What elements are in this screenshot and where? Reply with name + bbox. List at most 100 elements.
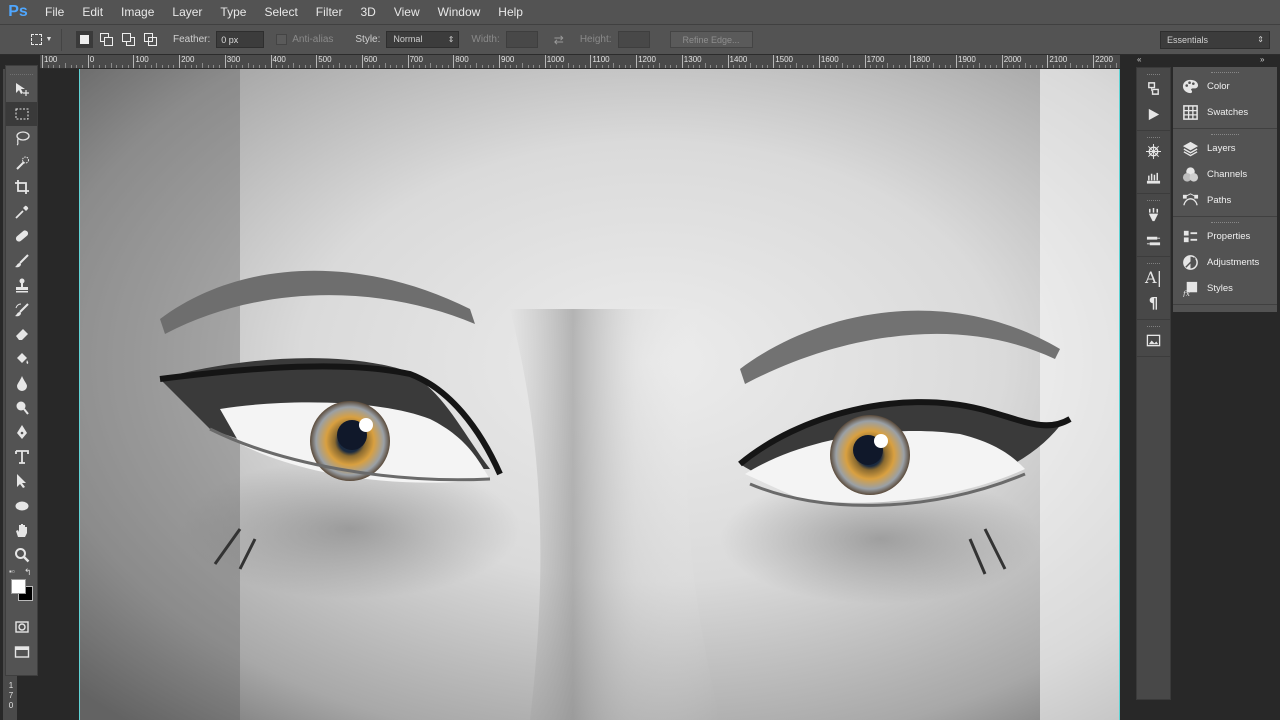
- menu-file[interactable]: File: [36, 0, 73, 24]
- intersect-selection-button[interactable]: [142, 31, 159, 48]
- quick-selection-tool[interactable]: [6, 151, 37, 176]
- character-icon[interactable]: A|: [1137, 264, 1170, 290]
- quick-mask-button[interactable]: [6, 615, 37, 640]
- type-tool[interactable]: [6, 445, 37, 470]
- menu-type[interactable]: Type: [211, 0, 255, 24]
- image-canvas[interactable]: [80, 69, 1120, 720]
- ruler-minor-tick: [293, 63, 295, 68]
- panel-label: Channels: [1207, 168, 1248, 180]
- default-colors-icon[interactable]: ▪▫: [9, 567, 15, 576]
- stamp-icon: [14, 277, 30, 293]
- dock-icon-group: [1137, 131, 1170, 194]
- ellipse-tool[interactable]: [6, 494, 37, 519]
- blur-tool[interactable]: [6, 371, 37, 396]
- clone-stamp-tool[interactable]: [6, 273, 37, 298]
- feather-input[interactable]: [216, 31, 265, 48]
- panel-tab-swatches[interactable]: Swatches: [1173, 99, 1277, 125]
- anti-alias-checkbox[interactable]: [276, 34, 288, 45]
- panel-tab-color[interactable]: Color: [1173, 73, 1277, 99]
- style-label: Style:: [355, 34, 381, 45]
- foreground-color-swatch[interactable]: [11, 579, 26, 594]
- layer-comps-icon[interactable]: [1137, 227, 1170, 253]
- add-to-selection-button[interactable]: [98, 31, 115, 48]
- menu-select[interactable]: Select: [255, 0, 306, 24]
- refine-edge-button[interactable]: Refine Edge...: [669, 31, 753, 48]
- panel-tab-layers[interactable]: Layers: [1173, 135, 1277, 161]
- rectangular-marquee-tool[interactable]: [6, 101, 37, 126]
- brush-icon: [14, 253, 30, 269]
- tool-presets-icon[interactable]: [1137, 201, 1170, 227]
- panel-label: Adjustments: [1207, 256, 1260, 268]
- path-selection-tool[interactable]: [6, 469, 37, 494]
- compass-icon[interactable]: [1137, 138, 1170, 164]
- ruler-minor-tick: [401, 65, 403, 68]
- menu-image[interactable]: Image: [112, 0, 163, 24]
- dock-icon-group: [1137, 194, 1170, 257]
- chevron-expand-icon[interactable]: »: [1260, 55, 1264, 64]
- menu-window[interactable]: Window: [429, 0, 490, 24]
- dock-icon-group: [1137, 320, 1170, 357]
- style-select[interactable]: Normal ⇕: [386, 31, 460, 48]
- healing-brush-tool[interactable]: [6, 224, 37, 249]
- screen-mode-button[interactable]: [6, 640, 37, 665]
- paragraph-icon[interactable]: ¶: [1137, 290, 1170, 316]
- history-icon[interactable]: [1137, 75, 1170, 101]
- quick-select-icon: [14, 155, 30, 171]
- image-icon[interactable]: [1137, 327, 1170, 353]
- ruler-label: 1300: [683, 55, 702, 64]
- zoom-tool[interactable]: [6, 543, 37, 568]
- ruler-minor-tick: [1035, 65, 1037, 68]
- chevron-collapse-icon[interactable]: «: [1137, 55, 1141, 64]
- menu-view[interactable]: View: [385, 0, 429, 24]
- move-tool[interactable]: [6, 77, 37, 102]
- menu-filter[interactable]: Filter: [307, 0, 352, 24]
- width-input[interactable]: [505, 31, 538, 48]
- panel-tab-styles[interactable]: fx Styles: [1173, 275, 1277, 301]
- select-arrows-icon: ⇕: [1257, 35, 1264, 44]
- document-window[interactable]: [40, 69, 1130, 720]
- swap-width-height-icon[interactable]: ⇄: [554, 33, 564, 47]
- menu-edit[interactable]: Edit: [73, 0, 112, 24]
- eyedropper-tool[interactable]: [6, 200, 37, 225]
- swap-colors-icon[interactable]: ↰: [24, 567, 32, 578]
- menu-help[interactable]: Help: [489, 0, 532, 24]
- panel-tab-paths[interactable]: Paths: [1173, 187, 1277, 213]
- ruler-minor-tick: [613, 63, 615, 68]
- ruler-minor-tick: [961, 65, 963, 68]
- guide-line-left[interactable]: [79, 69, 80, 720]
- panel-tab-channels[interactable]: Channels: [1173, 161, 1277, 187]
- ruler-minor-tick: [493, 65, 495, 68]
- pen-tool[interactable]: [6, 420, 37, 445]
- eraser-tool[interactable]: [6, 322, 37, 347]
- panel-tab-properties[interactable]: Properties: [1173, 223, 1277, 249]
- channels-icon: [1181, 165, 1199, 183]
- menu-3d[interactable]: 3D: [351, 0, 384, 24]
- panel-grip[interactable]: [10, 68, 33, 75]
- ruler-minor-tick: [1041, 65, 1043, 68]
- horizontal-ruler[interactable]: 100 0 100 200 300 400 500 600 700 800 900 1000 1100 1…: [40, 55, 1120, 69]
- ruler-minor-tick: [281, 65, 283, 68]
- subtract-from-selection-button[interactable]: [120, 31, 137, 48]
- brush-presets-icon[interactable]: [1137, 164, 1170, 190]
- workspace-select[interactable]: Essentials ⇕: [1160, 31, 1270, 49]
- brush-tool[interactable]: [6, 249, 37, 274]
- height-input[interactable]: [617, 31, 650, 48]
- history-brush-tool[interactable]: [6, 298, 37, 323]
- panel-label: Paths: [1207, 194, 1232, 206]
- actions-play-icon[interactable]: [1137, 101, 1170, 127]
- photoshop-logo[interactable]: Ps: [0, 0, 36, 24]
- crop-tool[interactable]: [6, 175, 37, 200]
- new-selection-button[interactable]: [76, 31, 93, 48]
- tool-preset-picker[interactable]: ▼: [22, 28, 62, 51]
- ruler-minor-tick: [984, 65, 986, 68]
- ruler-minor-tick: [173, 65, 175, 68]
- paint-bucket-tool[interactable]: [6, 347, 37, 372]
- menu-layer[interactable]: Layer: [163, 0, 211, 24]
- ruler-minor-tick: [641, 65, 643, 68]
- guide-line-right[interactable]: [1119, 69, 1120, 720]
- adjustments-icon: [1181, 253, 1199, 271]
- lasso-tool[interactable]: [6, 126, 37, 151]
- hand-tool[interactable]: [6, 518, 37, 543]
- dodge-tool[interactable]: [6, 396, 37, 421]
- panel-tab-adjustments[interactable]: Adjustments: [1173, 249, 1277, 275]
